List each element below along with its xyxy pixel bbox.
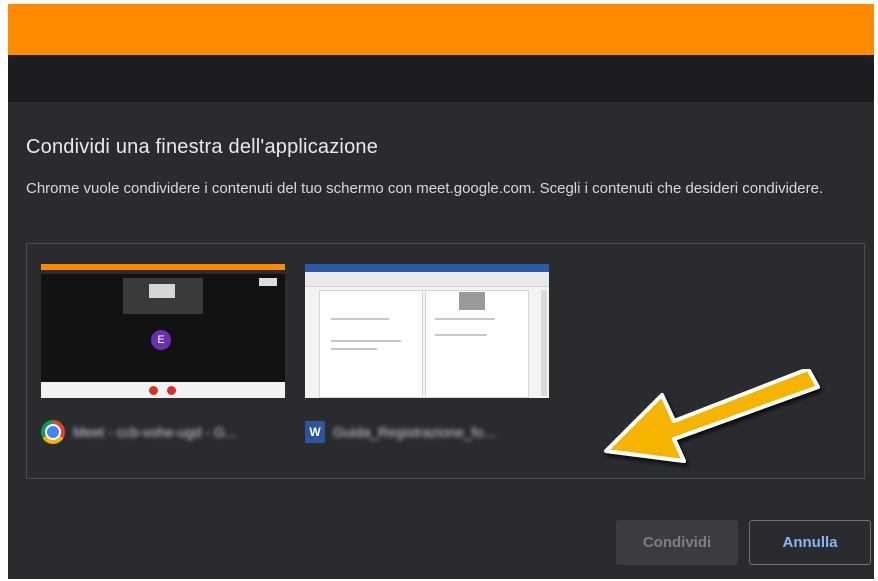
- dialog-message: Chrome vuole condividere i contenuti del…: [26, 180, 824, 197]
- thumbnail-text-line: [331, 348, 377, 350]
- window-picker: E Meet - ccb-vohe-ugd - G... W Guida_Reg…: [26, 243, 865, 479]
- thumbnail-panel-content: [149, 284, 175, 298]
- window-label-word: W Guida_Registrazione_fo...: [305, 420, 549, 444]
- window-tile-word[interactable]: W Guida_Registrazione_fo...: [305, 264, 549, 444]
- thumbnail-toolbar: [305, 272, 549, 287]
- orange-top-bar: [8, 4, 874, 55]
- window-title-word: Guida_Registrazione_fo...: [333, 424, 495, 440]
- avatar: E: [151, 330, 171, 350]
- window-tile-meet[interactable]: E Meet - ccb-vohe-ugd - G...: [41, 264, 285, 444]
- screen-frame: Condividi una finestra dell'applicazione…: [8, 4, 874, 579]
- chrome-icon: [41, 420, 65, 444]
- cancel-button[interactable]: Annulla: [749, 520, 871, 565]
- thumbnail-text-line: [331, 318, 389, 320]
- window-label-meet: Meet - ccb-vohe-ugd - G...: [41, 420, 285, 444]
- thumbnail-tag: [259, 278, 277, 286]
- thumbnail-scrollbar: [541, 290, 547, 396]
- thumbnail-call-bar: [41, 382, 285, 398]
- thumbnail-ribbon: [305, 264, 549, 272]
- window-thumbnail-word: [305, 264, 549, 398]
- dark-header-strip: [8, 55, 874, 102]
- annotation-arrow-icon: [602, 367, 832, 477]
- window-title-meet: Meet - ccb-vohe-ugd - G...: [73, 424, 237, 440]
- thumbnail-end-call-dot: [167, 386, 176, 395]
- thumbnail-text-line: [435, 318, 495, 320]
- word-icon: W: [305, 421, 325, 443]
- thumbnail-page-1: [319, 290, 423, 398]
- share-dialog: Condividi una finestra dell'applicazione…: [8, 102, 874, 579]
- share-button[interactable]: Condividi: [616, 520, 738, 565]
- window-thumbnail-meet: E: [41, 264, 285, 398]
- thumbnail-mic-dot: [149, 386, 158, 395]
- thumbnail-image: [459, 292, 485, 310]
- thumbnail-text-line: [435, 334, 487, 336]
- dialog-title: Condividi una finestra dell'applicazione: [26, 136, 379, 158]
- thumbnail-text-line: [331, 340, 401, 342]
- thumbnail-header: [41, 270, 285, 274]
